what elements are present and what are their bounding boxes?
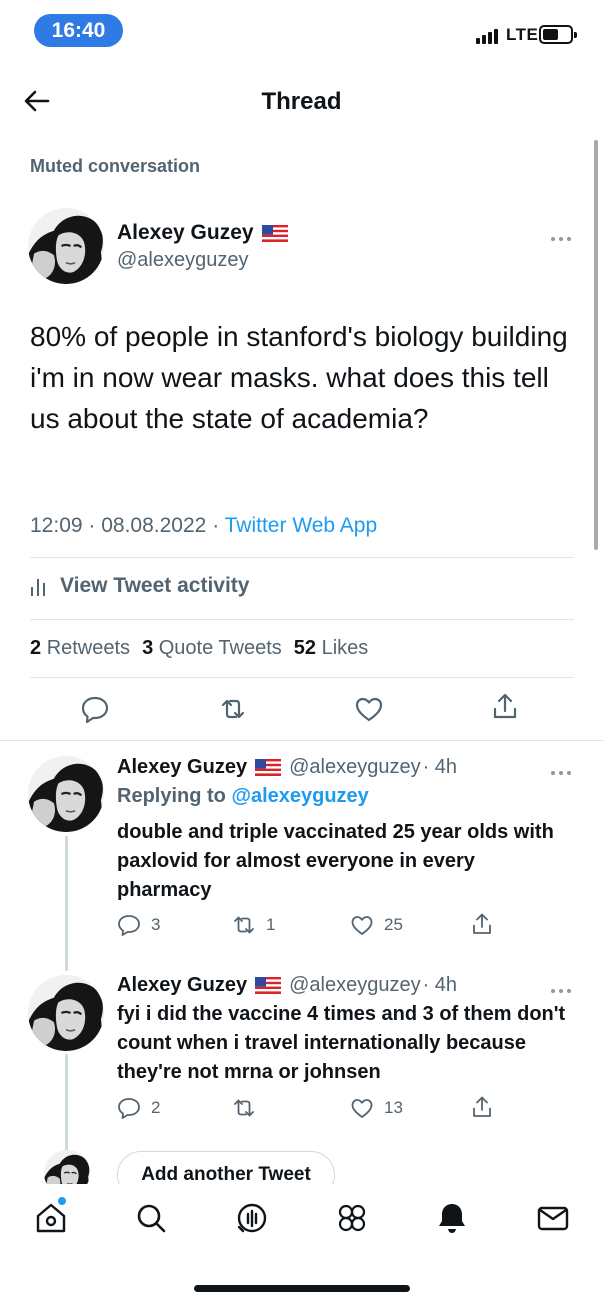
avatar[interactable] (28, 208, 104, 284)
reply-icon (118, 1098, 140, 1119)
page-title: Thread (261, 88, 342, 115)
battery-icon (539, 25, 577, 44)
thread-line (65, 836, 68, 971)
like-icon (351, 1099, 373, 1118)
view-activity-button[interactable]: View Tweet activity (30, 574, 249, 598)
reply-icon[interactable] (80, 694, 110, 724)
like-icon[interactable] (354, 694, 384, 724)
replying-to-link[interactable]: @alexeyguzey (231, 785, 368, 807)
replying-to: Replying to @alexeyguzey (117, 785, 369, 807)
tweet-text: 80% of people in stanford's biology buil… (30, 321, 568, 434)
network-type: LTE (506, 25, 539, 44)
reply-count: 3 (151, 915, 161, 934)
author-name-text: Alexey Guzey (117, 221, 254, 244)
divider (30, 557, 574, 558)
likes-stat[interactable]: 52 Likes (294, 637, 369, 660)
avatar[interactable] (28, 975, 104, 1051)
tweet-time: 12:09 (30, 514, 83, 537)
notification-dot (57, 1196, 67, 1206)
share-button[interactable] (470, 912, 494, 936)
home-indicator (194, 1285, 410, 1292)
muted-conversation-label: Muted conversation (30, 156, 201, 176)
activity-icon (31, 579, 45, 596)
reply-text: fyi i did the vaccine 4 times and 3 of t… (117, 1003, 566, 1083)
avatar[interactable] (28, 756, 104, 832)
meta-separator: · (212, 514, 225, 537)
like-button[interactable]: 25 (350, 913, 403, 937)
reply-age: · 4h (422, 756, 458, 778)
reply-icon (118, 915, 140, 936)
share-icon (473, 1096, 491, 1117)
reply-header: Alexey Guzey @alexeyguzey · 4h (117, 974, 457, 997)
author-handle[interactable]: @alexeyguzey (117, 249, 248, 272)
tweet-stats: 2 Retweets 3 Quote Tweets 52 Likes (30, 637, 368, 660)
like-count: 25 (384, 915, 403, 934)
author-name[interactable]: Alexey Guzey (117, 974, 247, 997)
tweet-date: 08.08.2022 (101, 514, 207, 537)
communities-icon[interactable] (334, 1200, 370, 1236)
share-icon (473, 913, 491, 934)
meta-separator: · (88, 514, 102, 537)
spaces-icon[interactable] (234, 1200, 270, 1236)
reply-button[interactable]: 2 (117, 1096, 160, 1120)
divider (30, 677, 574, 678)
thread-line (65, 1054, 68, 1158)
like-button[interactable]: 13 (350, 1096, 403, 1120)
flag-us-icon (255, 759, 282, 776)
flag-us-icon (255, 977, 282, 994)
reply-count: 2 (151, 1098, 161, 1117)
author-name[interactable]: Alexey Guzey (117, 756, 247, 779)
scrollbar[interactable] (594, 140, 598, 550)
signal-icon (476, 27, 498, 44)
quote-tweets-stat[interactable]: 3 Quote Tweets (142, 637, 282, 660)
reply-text: double and triple vaccinated 25 year old… (117, 821, 554, 901)
retweet-icon[interactable] (218, 694, 248, 724)
search-icon[interactable] (133, 1200, 169, 1236)
divider (0, 740, 603, 741)
more-icon[interactable] (550, 230, 572, 248)
like-icon (351, 916, 373, 935)
compose-avatar (44, 1150, 90, 1184)
tweet-meta: 12:09 · 08.08.2022 · Twitter Web App (30, 514, 377, 538)
retweet-button[interactable] (232, 1096, 266, 1120)
tweet-source-link[interactable]: Twitter Web App (225, 514, 378, 537)
view-activity-label: View Tweet activity (60, 574, 250, 597)
more-icon[interactable] (550, 764, 572, 782)
flag-us-icon (261, 224, 288, 242)
author-handle[interactable]: @alexeyguzey (289, 756, 420, 779)
retweet-button[interactable]: 1 (232, 913, 275, 937)
divider (30, 619, 574, 620)
reply-age: · 4h (422, 974, 458, 996)
more-icon[interactable] (550, 982, 572, 1000)
like-count: 13 (384, 1098, 403, 1117)
notifications-bell-icon[interactable] (434, 1200, 470, 1236)
share-icon[interactable] (490, 692, 520, 722)
reply-header: Alexey Guzey @alexeyguzey · 4h (117, 756, 457, 779)
retweet-icon (234, 1099, 254, 1117)
status-time: 16:40 (34, 14, 123, 47)
share-button[interactable] (470, 1095, 494, 1119)
retweet-icon (234, 916, 254, 934)
author-name[interactable]: Alexey Guzey (117, 221, 288, 245)
reply-button[interactable]: 3 (117, 913, 160, 937)
author-handle[interactable]: @alexeyguzey (289, 974, 420, 997)
retweets-stat[interactable]: 2 Retweets (30, 637, 130, 660)
messages-icon[interactable] (535, 1200, 571, 1236)
retweet-count: 1 (266, 915, 276, 934)
